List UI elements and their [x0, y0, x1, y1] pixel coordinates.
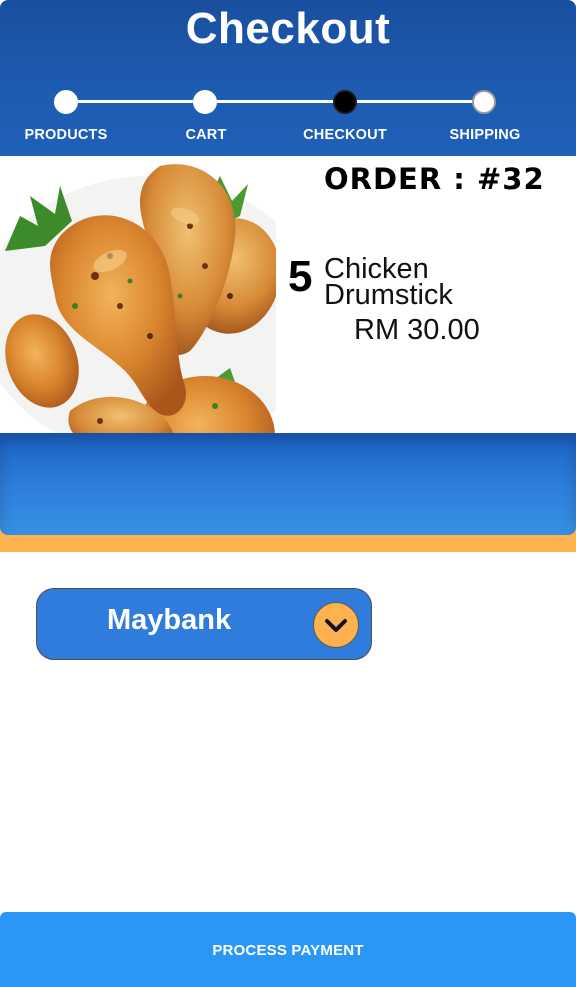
step-label-checkout[interactable]: CHECKOUT — [275, 127, 415, 143]
step-dot-cart[interactable] — [193, 90, 217, 114]
chicken-drumstick-image — [0, 156, 276, 433]
order-footer-band — [0, 433, 576, 535]
step-label-shipping[interactable]: SHIPPING — [415, 127, 555, 143]
order-summary: ORDER : #32 5 Chicken Drumstick RM 30.00 — [276, 156, 576, 433]
item-quantity: 5 — [288, 252, 313, 301]
chevron-down-icon[interactable] — [313, 602, 359, 648]
progress-stepper-line — [66, 100, 484, 103]
chicken-drumstick-icon — [0, 164, 276, 433]
step-dot-products[interactable] — [54, 90, 78, 114]
item-price: RM 30.00 — [354, 314, 480, 346]
item-name: Chicken Drumstick — [324, 253, 453, 311]
process-payment-button[interactable]: PROCESS PAYMENT — [0, 912, 576, 987]
checkout-header: Checkout PRODUCTS CART CHECKOUT SHIPPING — [0, 0, 576, 156]
step-dot-shipping[interactable] — [472, 90, 496, 114]
step-label-cart[interactable]: CART — [136, 127, 276, 143]
bank-select-dropdown[interactable]: Maybank — [36, 588, 372, 660]
order-number: ORDER : #32 — [324, 162, 545, 196]
page-title: Checkout — [185, 4, 391, 53]
process-payment-label: PROCESS PAYMENT — [212, 942, 364, 959]
step-dot-checkout[interactable] — [333, 90, 357, 114]
step-label-products[interactable]: PRODUCTS — [0, 127, 136, 143]
bank-select-value: Maybank — [107, 604, 232, 636]
